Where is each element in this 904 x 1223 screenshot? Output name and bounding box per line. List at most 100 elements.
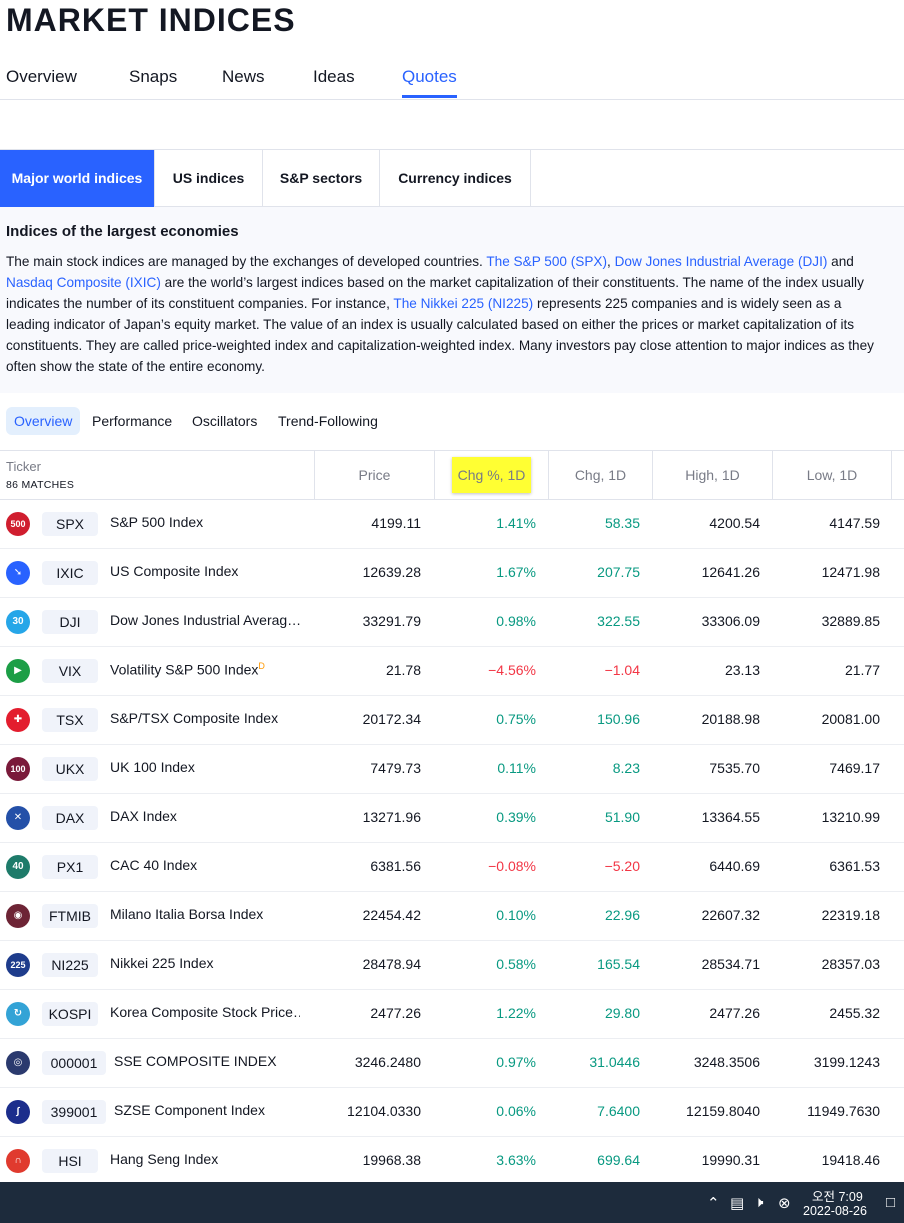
index-name[interactable]: Nikkei 225 Index xyxy=(110,955,214,971)
index-name[interactable]: Milano Italia Borsa Index xyxy=(110,906,263,922)
index-name[interactable]: Dow Jones Industrial Averag… xyxy=(110,612,300,628)
tab-overview[interactable]: Overview xyxy=(6,67,77,87)
price-cell: 12639.28 xyxy=(362,564,421,580)
table-row[interactable]: 500 SPX S&P 500 Index 4199.11 1.41% 58.35 4200… xyxy=(0,500,904,549)
table-row[interactable]: ▶ VIX Volatility S&P 500 IndexD 21.78 −4.56%… xyxy=(0,647,904,696)
szse-logo-icon: ∫ xyxy=(6,1100,30,1124)
sse-logo-icon: ◎ xyxy=(6,1051,30,1075)
index-name[interactable]: UK 100 Index xyxy=(110,759,195,775)
table-row[interactable]: ✚ TSX S&P/TSX Composite Index 20172.34 0.75%… xyxy=(0,696,904,745)
link-ni225[interactable]: The Nikkei 225 (NI225) xyxy=(393,296,533,311)
price-cell: 19968.38 xyxy=(362,1152,421,1168)
table-row[interactable]: 100 UKX UK 100 Index 7479.73 0.11% 8.23 7535.7… xyxy=(0,745,904,794)
symbol-badge[interactable]: TSX xyxy=(42,708,98,732)
chg-cell: 7.6400 xyxy=(597,1103,640,1119)
symbol-badge[interactable]: HSI xyxy=(42,1149,98,1173)
symbol-badge[interactable]: UKX xyxy=(42,757,98,781)
tab-ideas[interactable]: Ideas xyxy=(313,67,355,87)
table-row[interactable]: ◉ FTMIB Milano Italia Borsa Index 22454.42 0… xyxy=(0,892,904,941)
ticker-header[interactable]: Ticker xyxy=(6,459,41,474)
link-ixic[interactable]: Nasdaq Composite (IXIC) xyxy=(6,275,161,290)
speaker-icon[interactable]: 🕨 xyxy=(754,1194,763,1211)
tab-sp-sectors[interactable]: S&P sectors xyxy=(263,150,380,207)
symbol-badge[interactable]: DJI xyxy=(42,610,98,634)
subtab-performance[interactable]: Performance xyxy=(84,407,180,435)
logo-text: 500 xyxy=(10,519,26,529)
mute-icon[interactable]: ⊗ xyxy=(778,1194,791,1212)
clock-time[interactable]: 오전 7:09 xyxy=(812,1186,863,1205)
chg-pct-cell: 1.41% xyxy=(496,515,536,531)
chg-cell: 58.35 xyxy=(604,515,640,531)
index-name[interactable]: SSE COMPOSITE INDEX xyxy=(114,1053,277,1069)
table-row[interactable]: ➘ IXIC US Composite Index 12639.28 1.67% 207.… xyxy=(0,549,904,598)
price-cell: 6381.56 xyxy=(370,858,421,874)
notification-icon[interactable]: □ xyxy=(886,1194,895,1211)
index-name[interactable]: Volatility S&P 500 IndexD xyxy=(110,661,265,678)
low-cell: 2455.32 xyxy=(829,1005,880,1021)
col-price[interactable]: Price xyxy=(314,451,434,500)
col-chg-pct[interactable]: Chg %, 1D xyxy=(434,451,548,500)
table-row[interactable]: ∩ HSI Hang Seng Index 19968.38 3.63% 699.64 19… xyxy=(0,1137,904,1186)
table-row[interactable]: ↻ KOSPI Korea Composite Stock Price… 2477.2… xyxy=(0,990,904,1039)
network-icon[interactable]: ▤ xyxy=(730,1194,744,1212)
col-low[interactable]: Low, 1D xyxy=(772,451,892,500)
delayed-badge: D xyxy=(258,661,265,671)
link-spx[interactable]: The S&P 500 (SPX) xyxy=(486,254,607,269)
tab-snaps[interactable]: Snaps xyxy=(129,67,177,87)
table-row[interactable]: ∫ 399001 SZSE Component Index 12104.0330 0.0… xyxy=(0,1088,904,1137)
subtab-oscillators[interactable]: Oscillators xyxy=(184,407,265,435)
price-cell: 2477.26 xyxy=(370,1005,421,1021)
symbol-badge[interactable]: DAX xyxy=(42,806,98,830)
kospi-logo-icon: ↻ xyxy=(6,1002,30,1026)
symbol-badge[interactable]: PX1 xyxy=(42,855,98,879)
symbol-badge[interactable]: 399001 xyxy=(42,1100,106,1124)
table-row[interactable]: ◎ 000001 SSE COMPOSITE INDEX 3246.2480 0.97%… xyxy=(0,1039,904,1088)
price-cell: 4199.11 xyxy=(371,515,421,531)
low-cell: 12471.98 xyxy=(821,564,880,580)
link-dji[interactable]: Dow Jones Industrial Average (DJI) xyxy=(615,254,828,269)
subtab-trend-following[interactable]: Trend-Following xyxy=(270,407,386,435)
index-name[interactable]: CAC 40 Index xyxy=(110,857,197,873)
symbol-badge[interactable]: 000001 xyxy=(42,1051,106,1075)
tab-major-world-indices[interactable]: Major world indices xyxy=(0,150,155,207)
tab-quotes[interactable]: Quotes xyxy=(402,67,457,98)
tab-currency-indices[interactable]: Currency indices xyxy=(380,150,531,207)
index-name-text: Nikkei 225 Index xyxy=(110,955,214,971)
index-name[interactable]: S&P/TSX Composite Index xyxy=(110,710,278,726)
symbol-badge[interactable]: IXIC xyxy=(42,561,98,585)
tab-us-indices[interactable]: US indices xyxy=(155,150,263,207)
chg-pct-cell: −4.56% xyxy=(488,662,536,678)
index-name-text: S&P/TSX Composite Index xyxy=(110,710,279,726)
chg-cell: 29.80 xyxy=(604,1005,640,1021)
index-name[interactable]: S&P 500 Index xyxy=(110,514,203,530)
col-chg[interactable]: Chg, 1D xyxy=(548,451,652,500)
high-cell: 4200.54 xyxy=(709,515,760,531)
low-cell: 3199.1243 xyxy=(813,1054,880,1070)
symbol-badge[interactable]: SPX xyxy=(42,512,98,536)
chevron-up-icon[interactable]: ⌃ xyxy=(707,1194,720,1212)
subtab-overview[interactable]: Overview xyxy=(6,407,81,435)
table-row[interactable]: 30 DJI Dow Jones Industrial Averag… 33291.7… xyxy=(0,598,904,647)
table-row[interactable]: ✕ DAX DAX Index 13271.96 0.39% 51.90 13364.55 1… xyxy=(0,794,904,843)
index-name[interactable]: US Composite Index xyxy=(110,563,238,579)
chg-cell: 150.96 xyxy=(597,711,640,727)
index-name[interactable]: Hang Seng Index xyxy=(110,1151,218,1167)
table-row[interactable]: 225 NI225 Nikkei 225 Index 28478.94 0.58% 165… xyxy=(0,941,904,990)
symbol-badge[interactable]: FTMIB xyxy=(42,904,98,928)
high-cell: 3248.3506 xyxy=(693,1054,760,1070)
index-name[interactable]: Korea Composite Stock Price… xyxy=(110,1004,300,1020)
symbol-badge[interactable]: VIX xyxy=(42,659,98,683)
col-high[interactable]: High, 1D xyxy=(652,451,772,500)
high-cell: 2477.26 xyxy=(709,1005,760,1021)
tab-news[interactable]: News xyxy=(222,67,265,87)
symbol-badge[interactable]: NI225 xyxy=(42,953,98,977)
chg-cell: 51.90 xyxy=(604,809,640,825)
index-name[interactable]: SZSE Component Index xyxy=(114,1102,265,1118)
index-name[interactable]: DAX Index xyxy=(110,808,177,824)
symbol-badge[interactable]: KOSPI xyxy=(42,1002,98,1026)
clock-date[interactable]: 2022-08-26 xyxy=(803,1204,867,1218)
chg-pct-cell: 0.10% xyxy=(496,907,536,923)
price-cell: 7479.73 xyxy=(370,760,421,776)
table-row[interactable]: 40 PX1 CAC 40 Index 6381.56 −0.08% −5.20 6440.… xyxy=(0,843,904,892)
hsi-logo-icon: ∩ xyxy=(6,1149,30,1173)
